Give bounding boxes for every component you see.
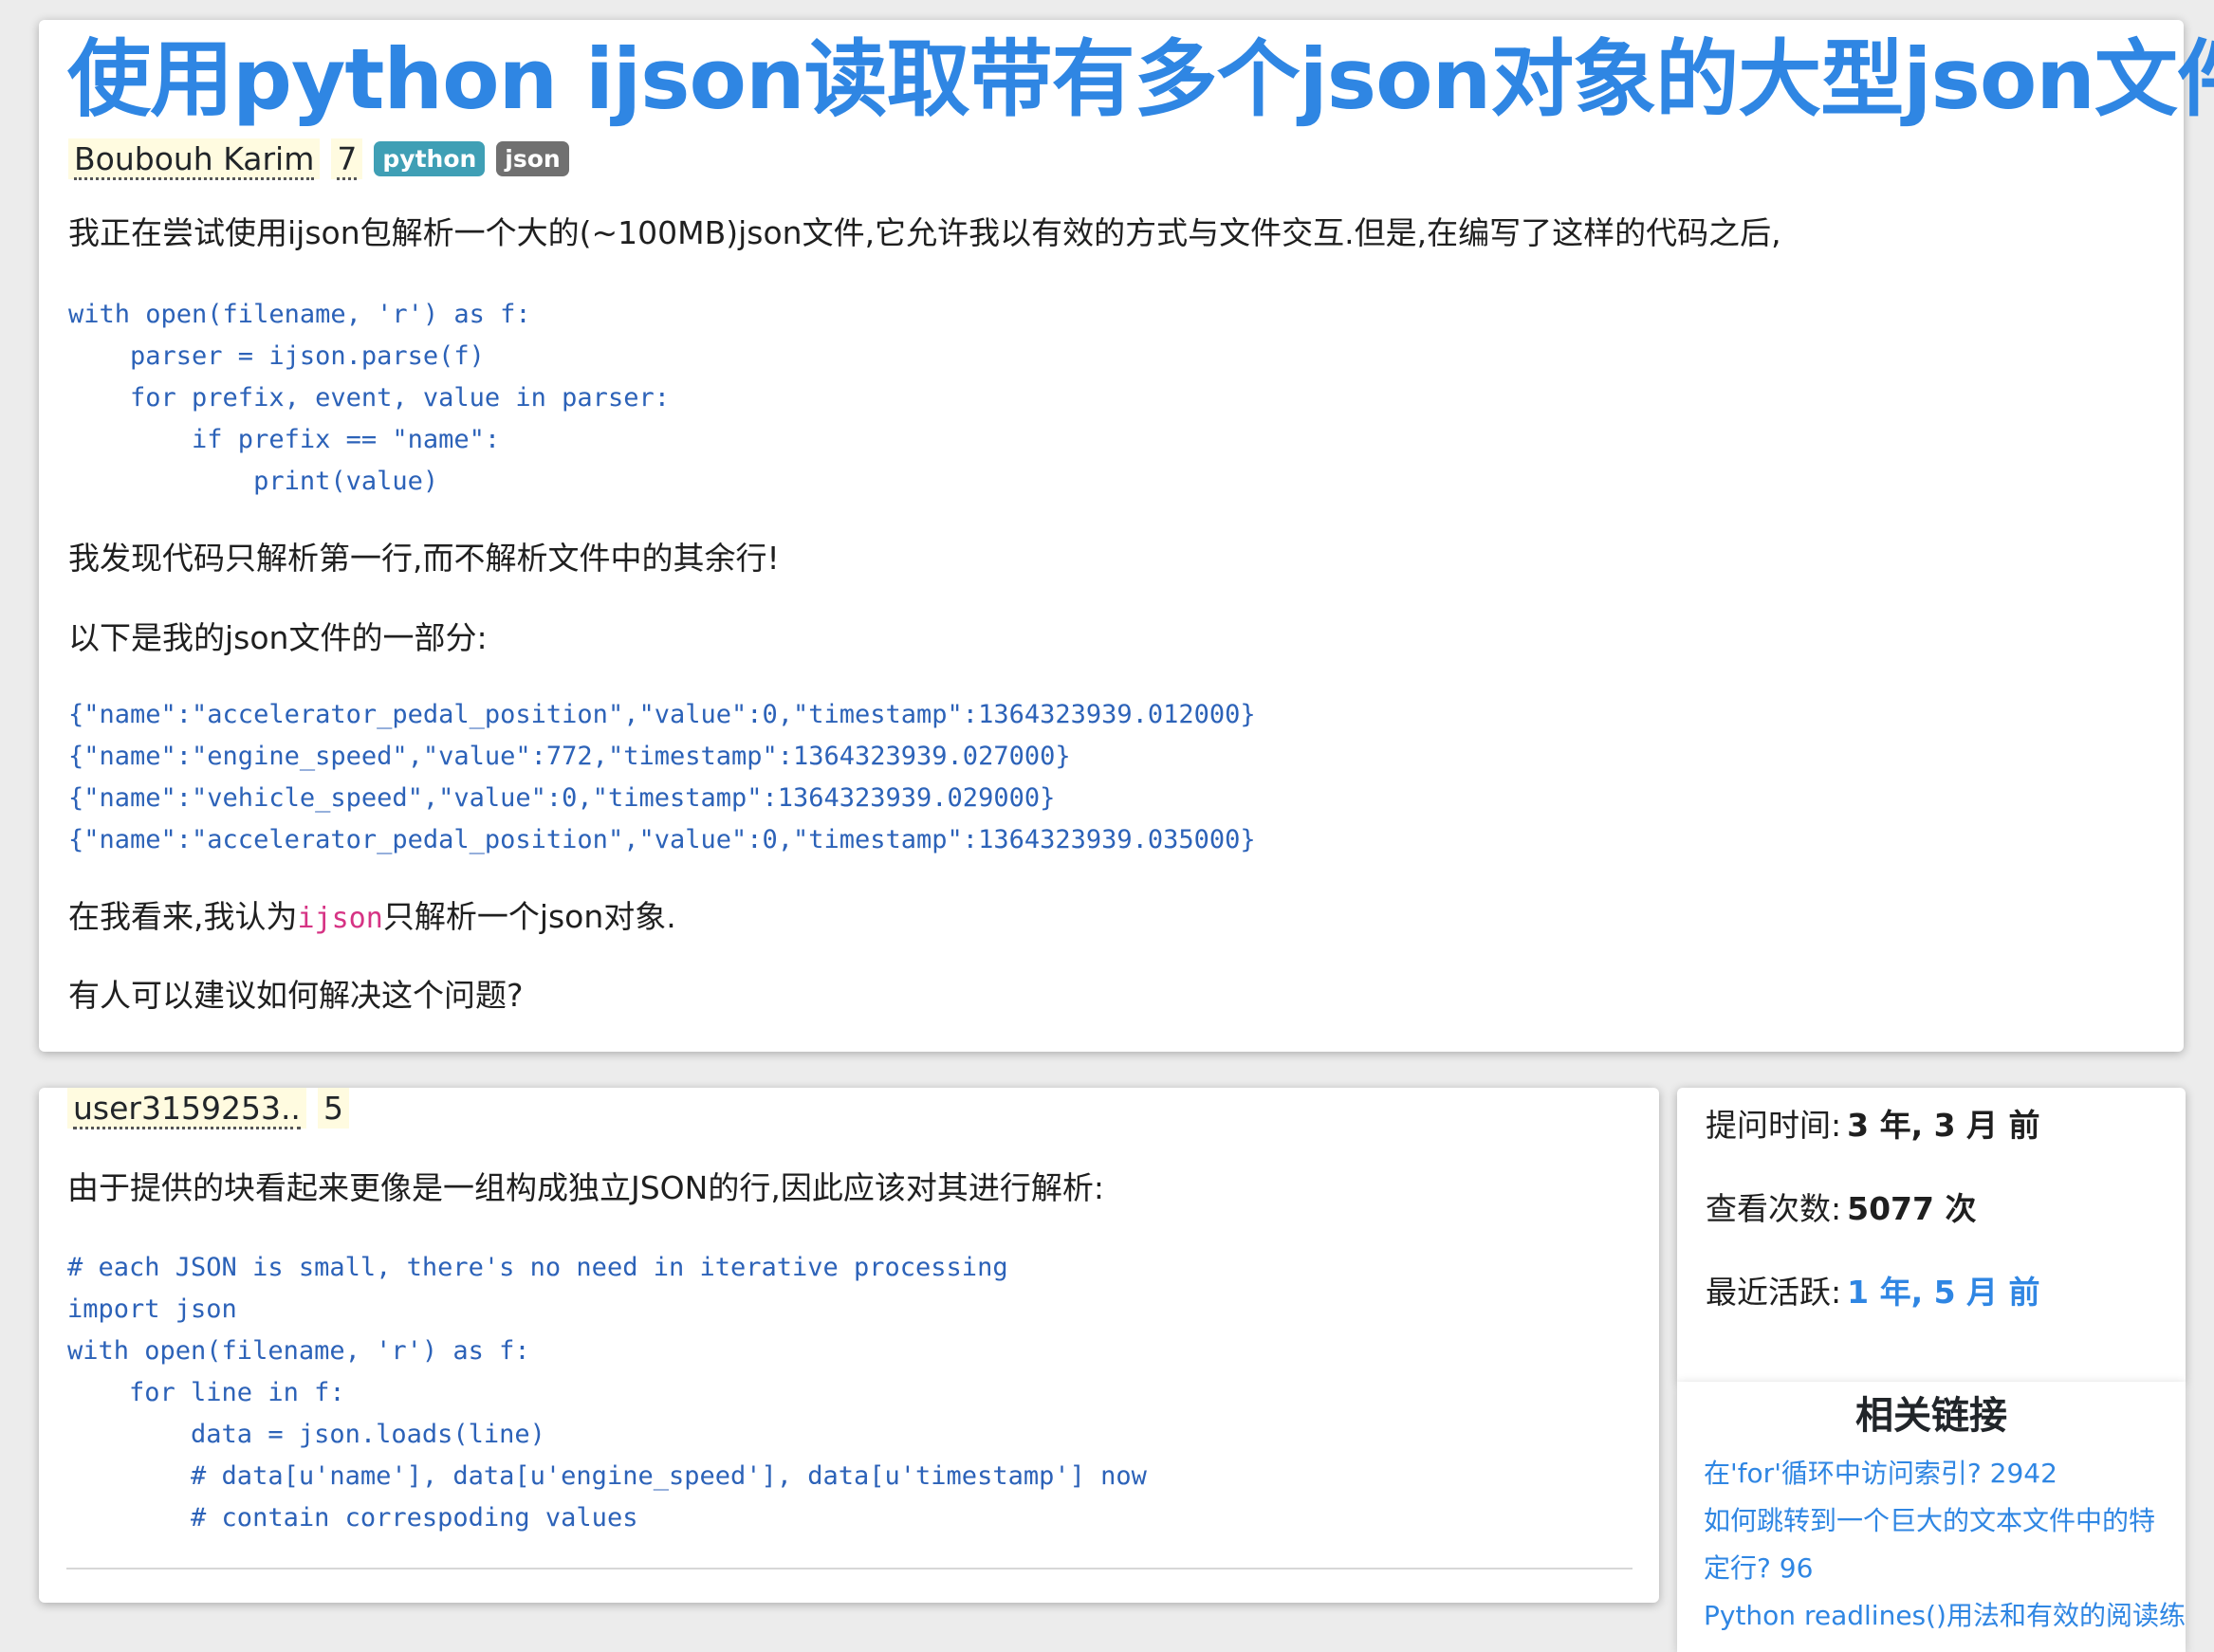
- question-meta: Boubouh Karim 7 python json: [68, 138, 569, 180]
- code-line: # contain correspoding values: [67, 1503, 638, 1533]
- answer-divider: [66, 1568, 1633, 1569]
- code-line: # each JSON is small, there's no need in…: [67, 1253, 1008, 1282]
- code-line: with open(filename, 'r') as f:: [67, 1336, 530, 1366]
- question-paragraph-2: 我发现代码只解析第一行,而不解析文件中的其余行!: [68, 540, 780, 577]
- code-line: if prefix == "name":: [68, 425, 501, 454]
- question-paragraph-5: 有人可以建议如何解决这个问题?: [68, 977, 524, 1014]
- code-line: with open(filename, 'r') as f:: [68, 300, 531, 329]
- code-line: # data[u'name'], data[u'engine_speed'], …: [67, 1461, 1147, 1491]
- stat-asked-label: 提问时间:: [1706, 1107, 1842, 1144]
- code-line: print(value): [68, 467, 439, 496]
- stat-asked: 提问时间: 3 年, 3 月 前: [1706, 1105, 2040, 1147]
- stat-active-value[interactable]: 1 年, 5 月 前: [1847, 1274, 2039, 1311]
- answer-card: user3159253.. 5 由于提供的块看起来更像是一组构成独立JSON的行…: [39, 1088, 1659, 1603]
- code-line: {"name":"accelerator_pedal_position","va…: [68, 825, 1256, 854]
- code-line: for prefix, event, value in parser:: [68, 383, 670, 413]
- related-link[interactable]: 如何跳转到一个巨大的文本文件中的特: [1704, 1497, 2155, 1545]
- stat-views-value: 5077 次: [1847, 1190, 1977, 1227]
- stat-active-label: 最近活跃:: [1706, 1274, 1842, 1311]
- question-title[interactable]: 使用python ijson读取带有多个json对象的大型json文件: [67, 24, 2214, 136]
- related-links-title: 相关链接: [1855, 1394, 2007, 1438]
- stat-active: 最近活跃: 1 年, 5 月 前: [1706, 1272, 2040, 1313]
- answer-code-block: # each JSON is small, there's no need in…: [67, 1247, 1147, 1539]
- question-code-block-2: {"name":"accelerator_pedal_position","va…: [68, 694, 1256, 861]
- code-line: {"name":"accelerator_pedal_position","va…: [68, 700, 1256, 729]
- tag-json[interactable]: json: [496, 141, 569, 176]
- code-line: for line in f:: [67, 1378, 345, 1407]
- question-author[interactable]: Boubouh Karim: [68, 138, 321, 180]
- related-link[interactable]: 定行? 96: [1704, 1545, 1813, 1592]
- question-paragraph-4: 在我看来,我认为ijson只解析一个json对象.: [68, 898, 676, 935]
- stats-card: 提问时间: 3 年, 3 月 前 查看次数: 5077 次 最近活跃: 1 年, 5 …: [1677, 1088, 2186, 1382]
- code-line: parser = ijson.parse(f): [68, 341, 485, 371]
- stat-views-label: 查看次数:: [1706, 1190, 1842, 1227]
- answer-author[interactable]: user3159253..: [67, 1088, 306, 1129]
- code-line: data = json.loads(line): [67, 1420, 545, 1449]
- related-links-card: 相关链接 在'for'循环中访问索引? 2942 如何跳转到一个巨大的文本文件中…: [1677, 1382, 2186, 1652]
- related-link[interactable]: 在'for'循环中访问索引? 2942: [1704, 1450, 2057, 1497]
- stat-asked-value: 3 年, 3 月 前: [1847, 1107, 2040, 1144]
- code-line: {"name":"engine_speed","value":772,"time…: [68, 742, 1071, 771]
- stat-views: 查看次数: 5077 次: [1706, 1188, 1976, 1230]
- answer-meta: user3159253.. 5: [67, 1088, 349, 1129]
- code-line: {"name":"vehicle_speed","value":0,"times…: [68, 783, 1056, 813]
- inline-code: ijson: [297, 902, 383, 935]
- question-code-block-1: with open(filename, 'r') as f: parser = …: [68, 294, 670, 503]
- question-paragraph-3: 以下是我的json文件的一部分:: [68, 619, 488, 656]
- answer-score: 5: [317, 1088, 349, 1129]
- answer-intro: 由于提供的块看起来更像是一组构成独立JSON的行,因此应该对其进行解析:: [67, 1169, 1104, 1206]
- tag-python[interactable]: python: [374, 141, 486, 176]
- related-link[interactable]: Python readlines()用法和有效的阅读练: [1704, 1592, 2186, 1640]
- code-line: import json: [67, 1294, 237, 1324]
- question-intro: 我正在尝试使用ijson包解析一个大的(~100MB)json文件,它允许我以有…: [68, 214, 1781, 251]
- question-score: 7: [331, 138, 363, 180]
- question-card: 使用python ijson读取带有多个json对象的大型json文件 Boub…: [39, 20, 2214, 1052]
